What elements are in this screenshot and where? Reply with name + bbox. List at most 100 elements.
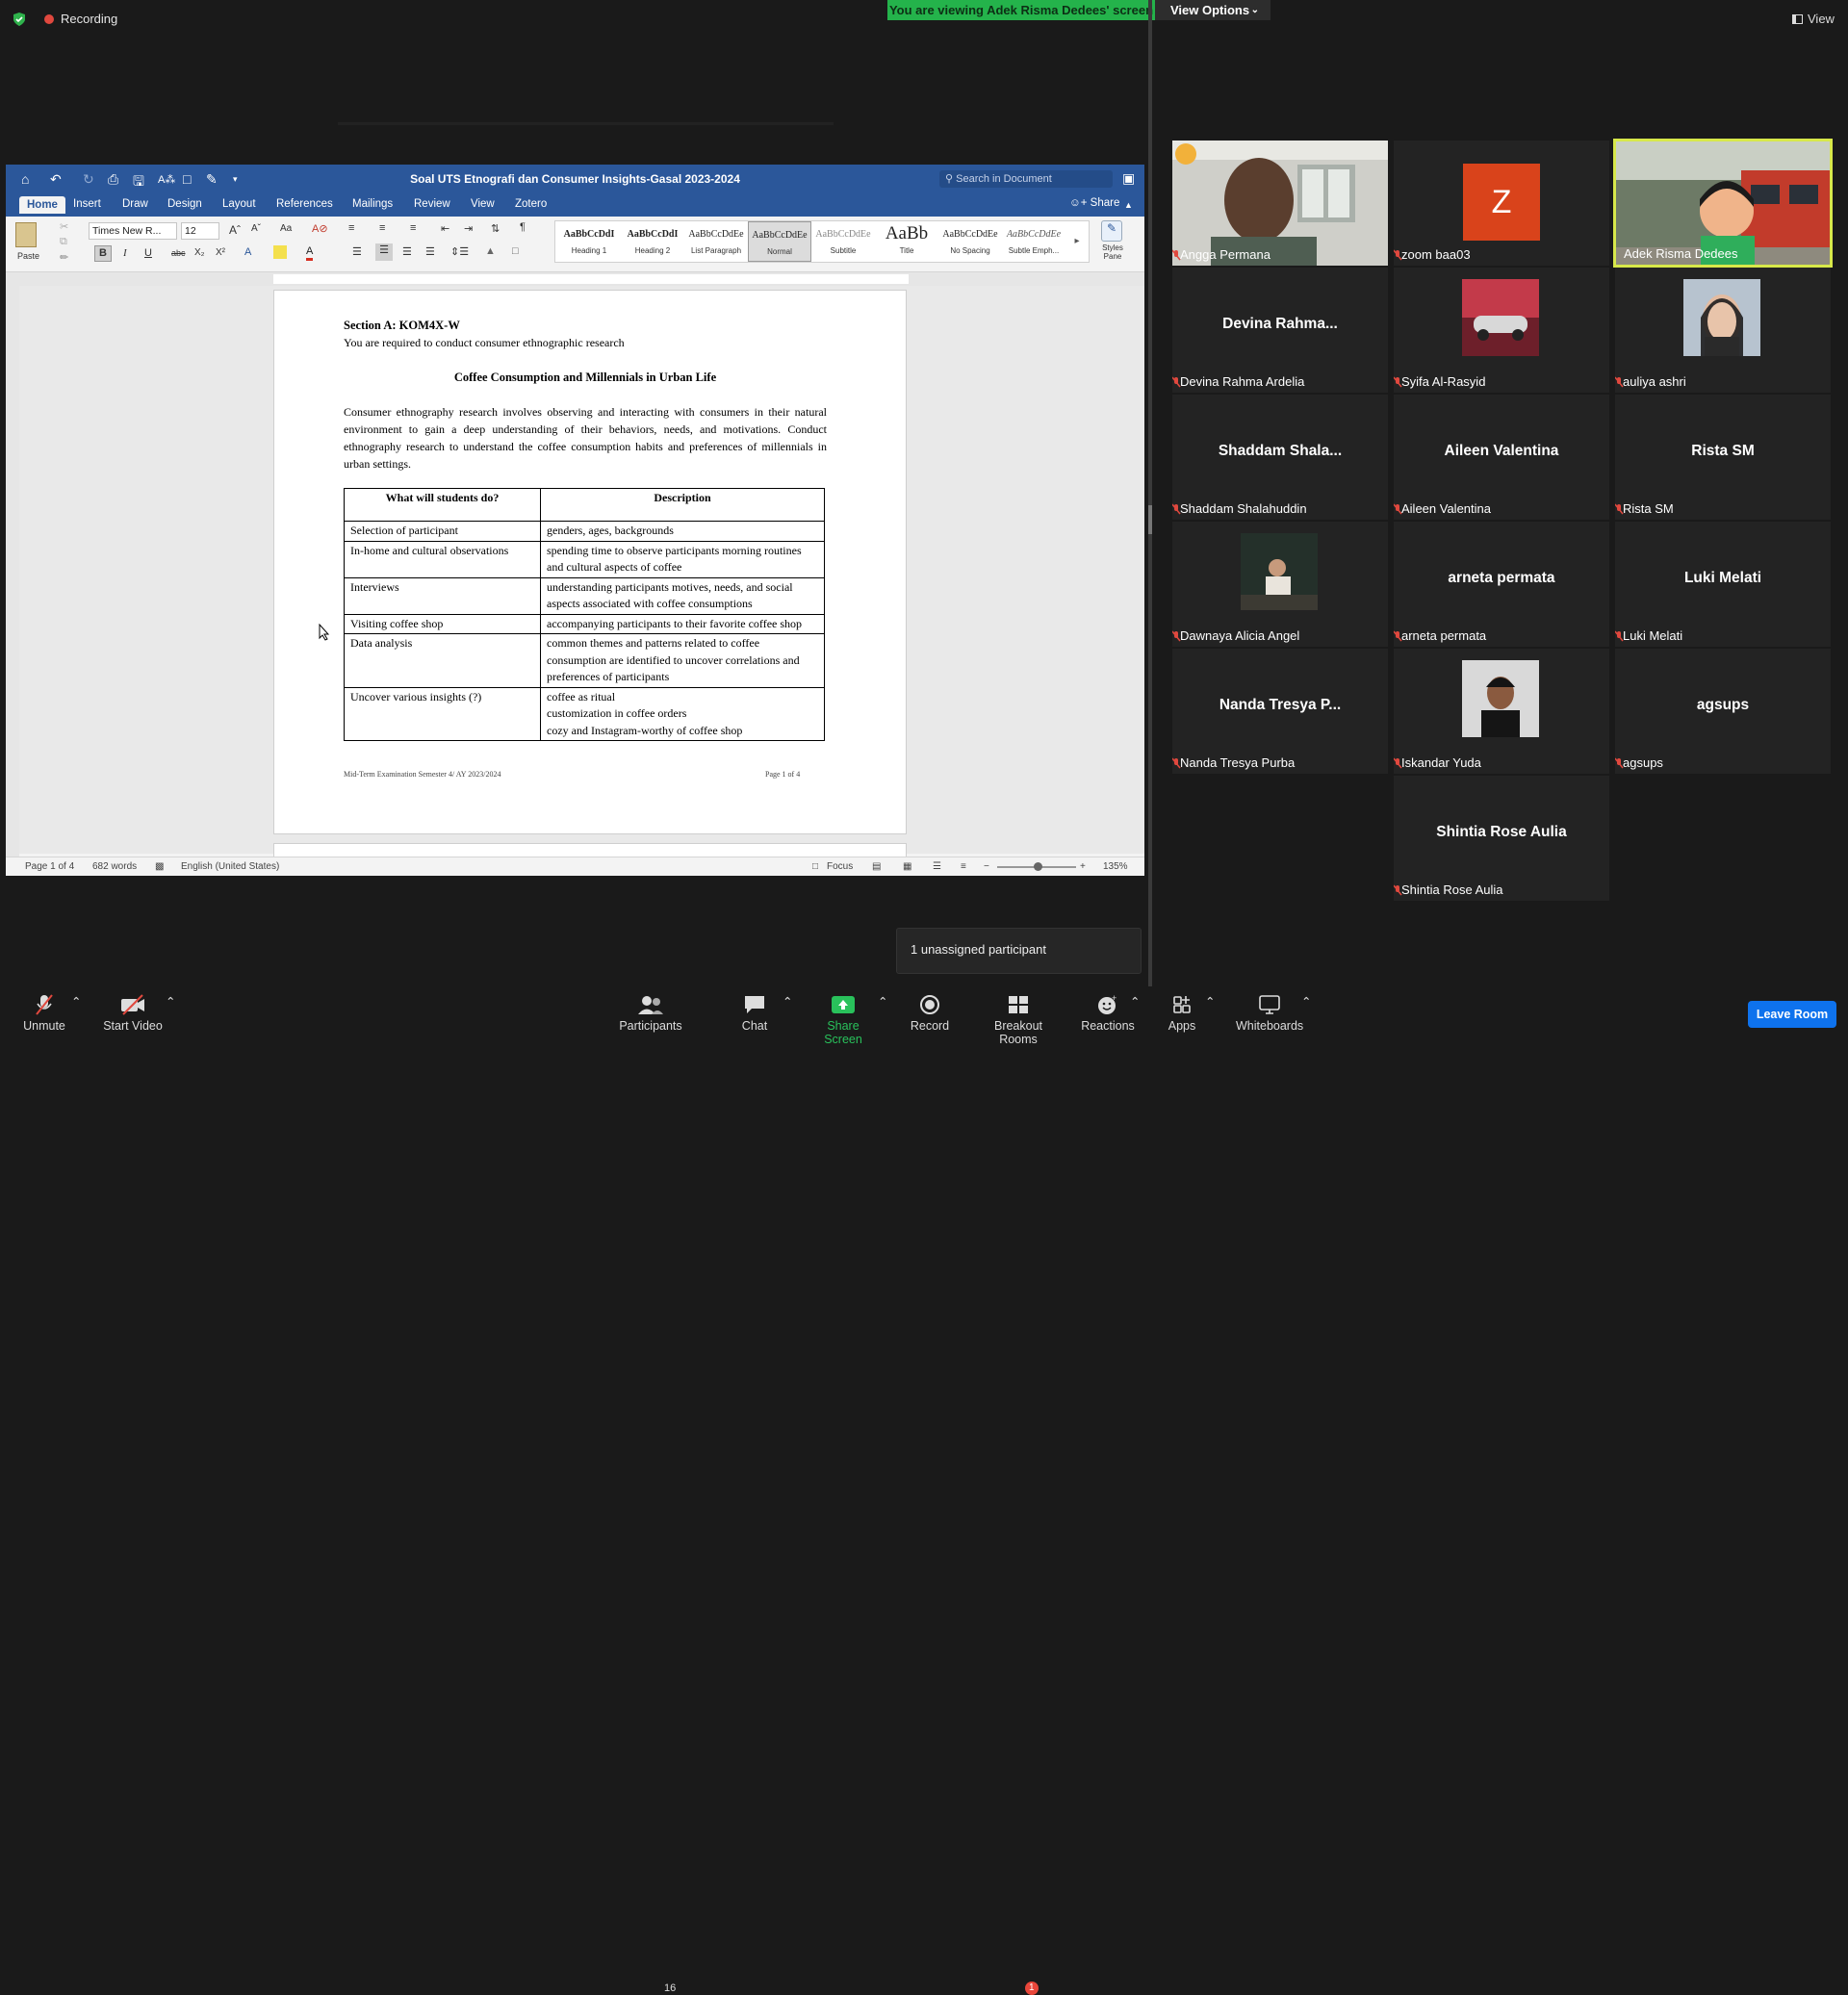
shading-icon[interactable]: ▲ — [485, 245, 496, 257]
highlight-icon[interactable] — [273, 245, 287, 259]
styles-more-icon[interactable]: ▸ — [1067, 221, 1087, 262]
tab-layout[interactable]: Layout — [222, 198, 256, 210]
cut-icon[interactable]: ✂ — [60, 220, 68, 233]
participant-tile[interactable]: auliya ashri — [1615, 268, 1831, 393]
text-effects-icon[interactable]: A — [244, 246, 251, 258]
record-button[interactable]: Record — [909, 994, 951, 1033]
copy-icon[interactable]: ⧉ — [60, 236, 67, 248]
align-center-icon[interactable]: ☰ — [375, 243, 393, 261]
increase-indent-icon[interactable]: ⇥ — [464, 222, 473, 235]
reactions-chevron-icon[interactable]: ⌃ — [1130, 994, 1140, 1009]
multilevel-list-icon[interactable]: ≡ — [410, 222, 416, 234]
zoom-in-icon[interactable]: + — [1080, 861, 1086, 872]
view-button[interactable]: View — [1792, 12, 1835, 26]
bullets-icon[interactable]: ≡ — [348, 222, 354, 234]
sort-icon[interactable]: ⇅ — [491, 222, 500, 235]
draft-view-icon[interactable]: ≡ — [961, 861, 966, 872]
divider-handle[interactable] — [1148, 505, 1152, 534]
participant-tile[interactable]: Aileen Valentina Aileen Valentina — [1394, 395, 1609, 520]
tab-references[interactable]: References — [276, 198, 333, 210]
subscript-button[interactable]: X₂ — [194, 247, 205, 258]
font-color-icon[interactable]: A — [306, 245, 314, 261]
share-button[interactable]: ☺+ Share — [1069, 197, 1119, 209]
decrease-indent-icon[interactable]: ⇤ — [441, 222, 449, 235]
participant-tile[interactable]: Luki Melati Luki Melati — [1615, 522, 1831, 647]
recording-label[interactable]: Recording — [61, 12, 117, 26]
show-formatting-icon[interactable]: ¶ — [520, 221, 526, 233]
paste-icon[interactable] — [15, 222, 37, 247]
tab-insert[interactable]: Insert — [73, 198, 101, 210]
print-layout-icon[interactable]: ▤ — [872, 861, 881, 872]
participant-tile[interactable]: Dawnaya Alicia Angel — [1172, 522, 1388, 647]
justify-icon[interactable]: ☰ — [425, 245, 435, 258]
style-title[interactable]: AaBb Title — [875, 221, 938, 262]
participant-tile[interactable]: Z zoom baa03 — [1394, 141, 1609, 266]
tab-design[interactable]: Design — [167, 198, 202, 210]
zoom-slider-thumb[interactable] — [1034, 862, 1042, 871]
participant-tile[interactable]: arneta permata arneta permata — [1394, 522, 1609, 647]
tab-review[interactable]: Review — [414, 198, 450, 210]
chat-options-chevron-icon[interactable]: ⌃ — [783, 994, 792, 1009]
tab-draw[interactable]: Draw — [122, 198, 148, 210]
participant-tile[interactable]: Rista SM Rista SM — [1615, 395, 1831, 520]
focus-button[interactable]: Focus — [827, 861, 853, 872]
breakout-rooms-button[interactable]: Breakout Rooms — [976, 994, 1061, 1046]
panel-divider[interactable] — [1148, 0, 1152, 986]
proofing-icon[interactable]: ▩ — [155, 861, 164, 872]
style-normal[interactable]: AaBbCcDdEe Normal — [748, 221, 811, 262]
strikethrough-button[interactable]: abc — [171, 248, 186, 258]
status-language[interactable]: English (United States) — [181, 861, 279, 872]
apps-chevron-icon[interactable]: ⌃ — [1205, 994, 1215, 1009]
status-words[interactable]: 682 words — [92, 861, 137, 872]
participant-tile-active-speaker[interactable]: Adek Risma Dedees — [1613, 139, 1833, 268]
start-video-button[interactable]: Start Video — [102, 994, 164, 1033]
participant-tile[interactable]: Shintia Rose Aulia Shintia Rose Aulia — [1394, 776, 1609, 901]
participant-tile[interactable]: Iskandar Yuda — [1394, 649, 1609, 774]
styles-pane-icon[interactable]: ✎ — [1101, 220, 1122, 242]
leave-room-button[interactable]: Leave Room — [1748, 1001, 1836, 1028]
whiteboards-button[interactable]: Whiteboards — [1236, 994, 1303, 1033]
style-list-paragraph[interactable]: AaBbCcDdEe List Paragraph — [684, 221, 748, 262]
numbering-icon[interactable]: ≡ — [379, 222, 385, 234]
styles-pane-button[interactable]: Styles Pane — [1097, 243, 1128, 261]
clear-formatting-icon[interactable]: A⊘ — [312, 222, 328, 235]
style-heading-2[interactable]: AaBbCcDdI Heading 2 — [621, 221, 684, 262]
align-left-icon[interactable]: ☰ — [352, 245, 362, 258]
font-name-select[interactable]: Times New R... — [89, 222, 177, 240]
apps-button[interactable]: Apps — [1163, 994, 1201, 1033]
underline-button[interactable]: U — [144, 247, 152, 259]
collapse-ribbon-icon[interactable]: ▲ — [1124, 200, 1133, 210]
participant-tile[interactable]: Shaddam Shala... Shaddam Shalahuddin — [1172, 395, 1388, 520]
bold-button[interactable]: B — [94, 245, 112, 262]
vertical-ruler[interactable] — [6, 286, 19, 871]
align-right-icon[interactable]: ☰ — [402, 245, 412, 258]
participant-tile[interactable]: Syifa Al-Rasyid — [1394, 268, 1609, 393]
style-subtle-emphasis[interactable]: AaBbCcDdEe Subtle Emph... — [1002, 221, 1065, 262]
font-size-select[interactable]: 12 — [181, 222, 219, 240]
whiteboards-chevron-icon[interactable]: ⌃ — [1301, 994, 1311, 1009]
status-page[interactable]: Page 1 of 4 — [25, 861, 74, 872]
web-layout-icon[interactable]: ▦ — [903, 861, 911, 872]
grow-font-icon[interactable]: Aˆ — [229, 223, 241, 237]
paste-label[interactable]: Paste — [17, 251, 39, 261]
participant-tile[interactable]: Nanda Tresya P... Nanda Tresya Purba — [1172, 649, 1388, 774]
style-heading-1[interactable]: AaBbCcDdI Heading 1 — [557, 221, 621, 262]
profile-icon[interactable]: ▣ — [1122, 170, 1135, 187]
style-no-spacing[interactable]: AaBbCcDdEe No Spacing — [938, 221, 1002, 262]
outline-view-icon[interactable]: ☰ — [933, 861, 941, 872]
tab-zotero[interactable]: Zotero — [515, 198, 547, 210]
unassigned-participant-toast[interactable]: 1 unassigned participant — [896, 928, 1142, 974]
borders-icon[interactable]: □ — [512, 245, 519, 257]
chat-button[interactable]: Chat — [735, 994, 774, 1033]
unmute-button[interactable]: Unmute — [21, 994, 67, 1033]
participant-tile[interactable]: agsups agsups — [1615, 649, 1831, 774]
superscript-button[interactable]: X² — [216, 247, 225, 258]
italic-button[interactable]: I — [123, 247, 127, 259]
document-search-input[interactable]: ⚲ Search in Document — [939, 170, 1113, 188]
audio-options-chevron-icon[interactable]: ⌃ — [71, 994, 81, 1009]
participant-tile[interactable]: Angga Permana — [1172, 141, 1388, 266]
participant-tile[interactable]: Devina Rahma... Devina Rahma Ardelia — [1172, 268, 1388, 393]
share-options-chevron-icon[interactable]: ⌃ — [878, 994, 887, 1009]
change-case-icon[interactable]: Aa — [280, 223, 292, 234]
format-painter-icon[interactable]: ✏ — [60, 251, 68, 264]
